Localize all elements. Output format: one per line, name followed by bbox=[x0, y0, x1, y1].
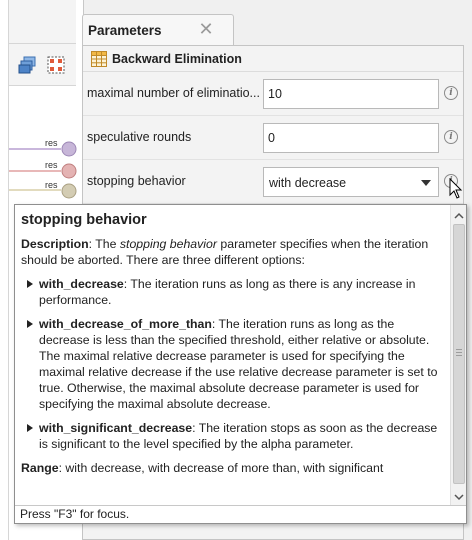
param-label: stopping behavior bbox=[87, 174, 186, 188]
bullet-arrow-icon bbox=[27, 280, 33, 288]
param-row-speculative-rounds: speculative rounds i bbox=[83, 116, 463, 160]
tooltip-title: stopping behavior bbox=[21, 212, 147, 228]
mouse-cursor-icon bbox=[449, 177, 463, 200]
option-name: with_decrease bbox=[39, 277, 124, 291]
param-label: maximal number of eliminatio... bbox=[87, 86, 260, 100]
description-label: Description bbox=[21, 237, 89, 251]
param-row-stopping-behavior: stopping behavior with decrease i bbox=[83, 160, 463, 204]
speculative-rounds-input[interactable] bbox=[263, 123, 439, 153]
range-label: Range bbox=[21, 461, 59, 475]
output-port-3 bbox=[61, 183, 77, 199]
output-port-2 bbox=[61, 163, 77, 179]
option-name: with_significant_decrease bbox=[39, 421, 193, 435]
layers-icon[interactable] bbox=[18, 55, 38, 75]
scroll-down-icon[interactable] bbox=[454, 490, 464, 501]
description-before: : The bbox=[88, 237, 120, 251]
tooltip-footer: Press "F3" for focus. bbox=[15, 505, 466, 523]
tooltip-description: Description: The stopping behavior param… bbox=[21, 236, 442, 268]
output-port-1 bbox=[61, 141, 77, 157]
chevron-down-icon bbox=[421, 180, 431, 186]
option-item: with_significant_decrease: The iteration… bbox=[21, 420, 442, 452]
scrollbar-thumb[interactable] bbox=[453, 224, 465, 484]
param-row-maximal-number-of-eliminations: maximal number of eliminatio... i bbox=[83, 72, 463, 116]
option-item: with_decrease_of_more_than: The iteratio… bbox=[21, 316, 442, 412]
bullet-arrow-icon bbox=[27, 424, 33, 432]
option-name: with_decrease_of_more_than bbox=[39, 317, 212, 331]
select-value: with decrease bbox=[269, 176, 347, 190]
operator-name: Backward Elimination bbox=[112, 52, 242, 66]
auto-arrange-icon[interactable] bbox=[46, 55, 66, 75]
process-toolbar bbox=[8, 44, 76, 86]
app-window: res res res Parameters ✕ Backward Elimin… bbox=[0, 0, 472, 540]
tab-parameters[interactable]: Parameters ✕ bbox=[82, 14, 234, 46]
info-icon[interactable]: i bbox=[444, 86, 458, 100]
parameter-help-tooltip: stopping behavior Description: The stopp… bbox=[14, 204, 467, 524]
table-icon bbox=[91, 51, 107, 67]
process-panel-header bbox=[8, 0, 76, 44]
close-icon[interactable]: ✕ bbox=[197, 20, 215, 38]
operator-header: Backward Elimination bbox=[83, 46, 463, 72]
range-text: : with decrease, with decrease of more t… bbox=[58, 461, 384, 475]
tooltip-scrollbar[interactable] bbox=[450, 205, 466, 505]
tooltip-range: Range: with decrease, with decrease of m… bbox=[21, 460, 442, 476]
bullet-arrow-icon bbox=[27, 320, 33, 328]
param-label: speculative rounds bbox=[87, 130, 192, 144]
tab-title: Parameters bbox=[88, 23, 162, 38]
info-icon[interactable]: i bbox=[444, 130, 458, 144]
tooltip-content: stopping behavior Description: The stopp… bbox=[15, 205, 450, 505]
description-param: stopping behavior bbox=[119, 237, 217, 251]
option-item: with_decrease: The iteration runs as lon… bbox=[21, 276, 442, 308]
option-text: : The iteration runs as long as the decr… bbox=[39, 317, 438, 411]
scroll-up-icon[interactable] bbox=[454, 209, 464, 219]
stopping-behavior-select[interactable]: with decrease bbox=[263, 167, 439, 197]
maximal-number-of-eliminations-input[interactable] bbox=[263, 79, 439, 109]
